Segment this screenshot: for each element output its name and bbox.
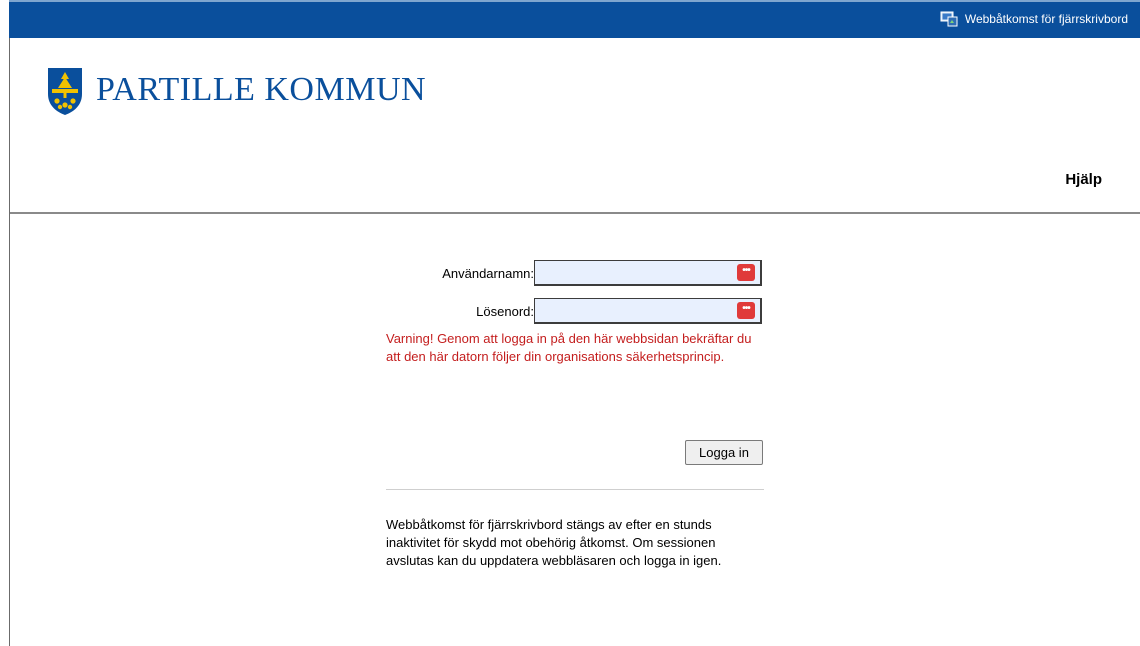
username-label: Användarnamn:: [442, 266, 534, 281]
form-divider: [386, 489, 764, 490]
top-bar: Webbåtkomst för fjärrskrivbord: [9, 0, 1140, 38]
username-input[interactable]: [535, 261, 733, 285]
username-row: Användarnamn: •••: [386, 260, 764, 288]
topbar-title-group: Webbåtkomst för fjärrskrivbord: [940, 11, 1128, 27]
password-field-box[interactable]: •••: [534, 298, 762, 324]
security-warning: Varning! Genom att logga in på den här w…: [386, 331, 752, 364]
session-info-text: Webbåtkomst för fjärrskrivbord stängs av…: [386, 517, 722, 568]
login-button[interactable]: Logga in: [685, 440, 763, 465]
username-field-box[interactable]: •••: [534, 260, 762, 286]
logo-text: PARTILLE KOMMUN: [96, 70, 427, 108]
header-divider: [10, 212, 1140, 214]
password-row: Lösenord: •••: [386, 298, 764, 326]
topbar-title: Webbåtkomst för fjärrskrivbord: [964, 12, 1128, 26]
remote-desktop-icon: [940, 11, 958, 27]
password-manager-icon[interactable]: •••: [737, 264, 755, 281]
password-manager-icon[interactable]: •••: [737, 302, 755, 319]
logo[interactable]: PARTILLE KOMMUN: [46, 66, 426, 121]
coat-of-arms-icon: [46, 66, 84, 121]
password-input[interactable]: [535, 299, 733, 323]
page-header: PARTILLE KOMMUN Hjälp: [10, 38, 1140, 213]
password-label: Lösenord:: [476, 304, 534, 319]
help-link[interactable]: Hjälp: [1065, 171, 1102, 188]
